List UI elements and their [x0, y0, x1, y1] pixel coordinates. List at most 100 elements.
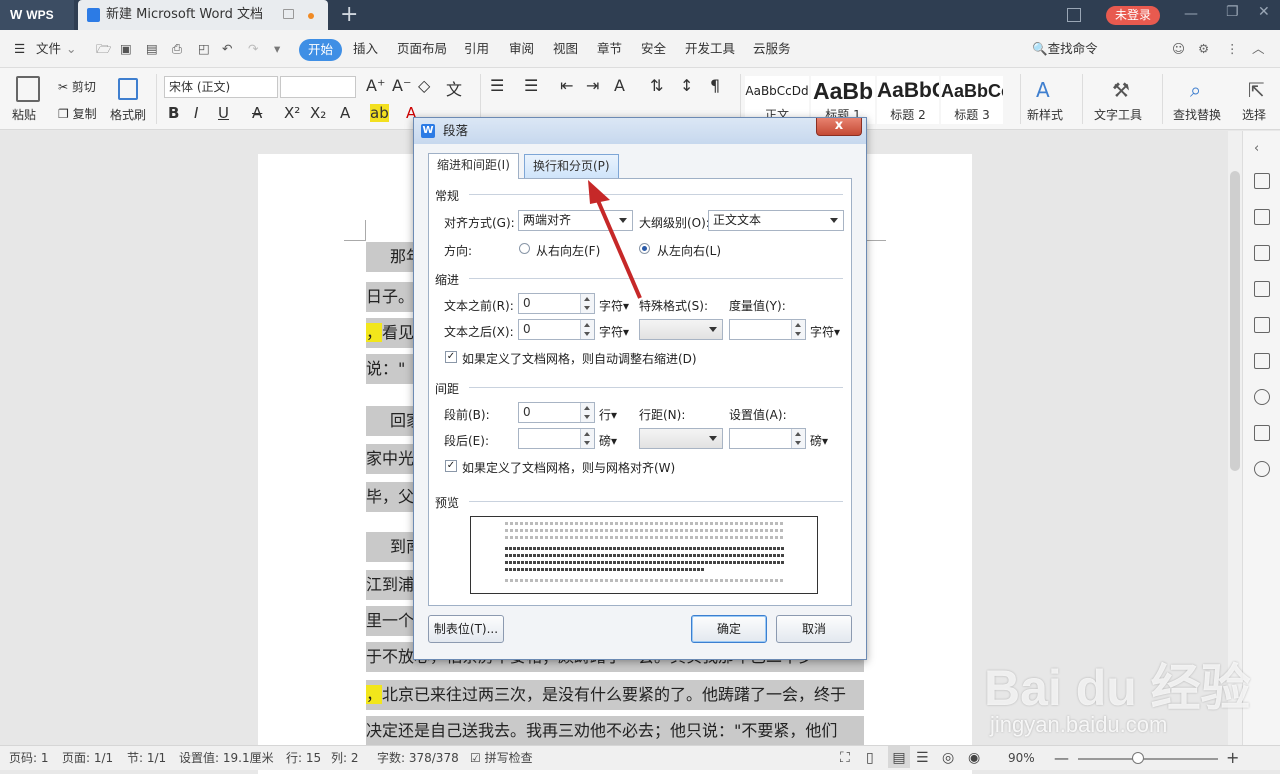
- pointer-icon[interactable]: [1254, 209, 1270, 225]
- phonetic-icon[interactable]: 文: [446, 76, 462, 100]
- status-word-count[interactable]: 字数: 378/378: [377, 746, 459, 770]
- share-icon[interactable]: [1254, 461, 1270, 477]
- alignment-select[interactable]: 两端对齐: [518, 210, 633, 231]
- tab-stops-button[interactable]: 制表位(T)...: [428, 615, 504, 643]
- underline-icon[interactable]: U: [218, 104, 229, 122]
- zoom-level[interactable]: 90%: [1008, 746, 1035, 770]
- tab-indent-spacing[interactable]: 缩进和间距(I): [428, 153, 519, 179]
- measure-input[interactable]: [729, 319, 806, 340]
- format-painter-button[interactable]: 格式刷: [110, 106, 146, 123]
- strikethrough-icon[interactable]: A: [252, 104, 262, 122]
- italic-icon[interactable]: I: [194, 104, 198, 122]
- measure-unit[interactable]: 字符▾: [810, 323, 840, 340]
- ltr-radio[interactable]: [639, 243, 650, 254]
- print-preview-icon[interactable]: ◰: [198, 30, 210, 68]
- style-heading-2[interactable]: AaBbC 标题 2: [877, 76, 939, 124]
- minimize-icon[interactable]: —: [1184, 6, 1198, 22]
- increase-indent-icon[interactable]: ⇥: [586, 76, 599, 95]
- web-view-icon[interactable]: ◎: [942, 746, 954, 770]
- menu-chapter[interactable]: 章节: [597, 30, 622, 68]
- chevron-down-icon[interactable]: ⌄: [66, 30, 76, 68]
- superscript-icon[interactable]: X²: [284, 104, 300, 122]
- indent-before-input[interactable]: 0: [518, 293, 595, 314]
- snap-to-grid-checkbox[interactable]: ✓: [445, 460, 457, 472]
- collapse-ribbon-icon[interactable]: ︿: [1252, 30, 1265, 68]
- menu-insert[interactable]: 插入: [353, 30, 378, 68]
- adjust-icon[interactable]: [1254, 353, 1270, 369]
- auto-adjust-indent-checkbox[interactable]: ✓: [445, 351, 457, 363]
- setting-value-input[interactable]: [729, 428, 806, 449]
- login-button[interactable]: 未登录: [1106, 6, 1160, 25]
- more-options-icon[interactable]: ⋮: [1226, 30, 1239, 68]
- dialog-close-button[interactable]: x: [816, 118, 862, 136]
- subscript-icon[interactable]: X₂: [310, 104, 326, 122]
- restore-icon[interactable]: ❐: [1226, 4, 1239, 20]
- find-replace-button[interactable]: 查找替换: [1173, 106, 1221, 123]
- spell-check-button[interactable]: ☑ 拼写检查: [470, 746, 533, 770]
- open-icon[interactable]: 🗁: [96, 30, 112, 68]
- new-style-button[interactable]: 新样式: [1027, 106, 1063, 123]
- bold-icon[interactable]: B: [168, 104, 179, 122]
- spin-buttons[interactable]: [580, 403, 594, 422]
- text-effect-icon[interactable]: A: [340, 104, 350, 122]
- style-heading-3[interactable]: AaBbCc 标题 3: [941, 76, 1003, 124]
- zoom-slider[interactable]: [1078, 758, 1218, 760]
- decrease-indent-icon[interactable]: ⇤: [560, 76, 573, 95]
- line-spacing-select[interactable]: [639, 428, 723, 449]
- zoom-slider-handle[interactable]: [1132, 752, 1144, 764]
- menu-developer[interactable]: 开发工具: [685, 30, 735, 68]
- ok-button[interactable]: 确定: [691, 615, 767, 643]
- reading-view-icon[interactable]: ▯: [866, 746, 874, 770]
- special-format-select[interactable]: [639, 319, 723, 340]
- sidebar-expand-icon[interactable]: ‹: [1254, 141, 1270, 157]
- indent-after-input[interactable]: 0: [518, 319, 595, 340]
- close-window-icon[interactable]: ✕: [1258, 4, 1270, 20]
- cancel-button[interactable]: 取消: [776, 615, 852, 643]
- paste-icon[interactable]: [16, 76, 40, 102]
- snap-to-grid-label[interactable]: 如果定义了文档网格，则与网格对齐(W): [462, 459, 675, 476]
- print-icon[interactable]: ⎙: [172, 30, 182, 68]
- fullscreen-icon[interactable]: ⛶: [840, 746, 850, 770]
- menu-file[interactable]: 文件: [36, 30, 61, 68]
- menu-reference[interactable]: 引用: [464, 30, 489, 68]
- spin-buttons[interactable]: [580, 320, 594, 339]
- select-button[interactable]: 选择: [1242, 106, 1266, 123]
- translate-icon[interactable]: [1254, 281, 1270, 297]
- eye-protection-icon[interactable]: ◉: [968, 746, 980, 770]
- scrollbar-thumb[interactable]: [1230, 171, 1240, 471]
- sort-icon[interactable]: ⇅: [650, 76, 663, 95]
- menu-start[interactable]: 开始: [299, 39, 342, 61]
- settings-gear-icon[interactable]: ⚙: [1198, 30, 1209, 68]
- feedback-icon[interactable]: ☺: [1172, 30, 1185, 68]
- paste-button[interactable]: 粘贴: [12, 106, 36, 123]
- status-page-number[interactable]: 页码: 1: [9, 746, 49, 770]
- hamburger-icon[interactable]: ☰: [14, 30, 25, 68]
- bullets-icon[interactable]: ☰: [490, 76, 504, 95]
- redo-icon[interactable]: ↷: [248, 30, 258, 68]
- spin-buttons[interactable]: [580, 294, 594, 313]
- ltr-label[interactable]: 从左向右(L): [657, 242, 721, 259]
- space-before-unit[interactable]: 行▾: [599, 406, 617, 423]
- search-command[interactable]: 🔍查找命令: [1032, 30, 1098, 68]
- page-view-icon[interactable]: ▤: [888, 746, 910, 768]
- menu-security[interactable]: 安全: [641, 30, 666, 68]
- grow-font-icon[interactable]: A⁺: [366, 76, 385, 95]
- copy-button[interactable]: ❐ 复制: [58, 105, 97, 122]
- rtl-radio[interactable]: [519, 243, 530, 254]
- rtl-label[interactable]: 从右向左(F): [536, 242, 600, 259]
- space-after-input[interactable]: [518, 428, 595, 449]
- tablet-mode-icon[interactable]: [1067, 8, 1081, 22]
- text-direction-icon[interactable]: A: [614, 76, 625, 95]
- shrink-font-icon[interactable]: A⁻: [392, 76, 411, 95]
- document-tab[interactable]: 新建 Microsoft Word 文档: [78, 0, 328, 30]
- dialog-title-bar[interactable]: W 段落 x: [414, 118, 866, 144]
- show-marks-icon[interactable]: ¶: [710, 76, 720, 95]
- outline-icon[interactable]: [1254, 317, 1270, 333]
- undo-icon[interactable]: ↶: [222, 30, 232, 68]
- window-pin-icon[interactable]: [283, 9, 294, 19]
- backup-icon[interactable]: [1254, 425, 1270, 441]
- tab-line-page-break[interactable]: 换行和分页(P): [524, 154, 619, 178]
- pdf-icon[interactable]: ▤: [146, 30, 158, 68]
- indent-before-unit[interactable]: 字符▾: [599, 297, 629, 314]
- spin-buttons[interactable]: [580, 429, 594, 448]
